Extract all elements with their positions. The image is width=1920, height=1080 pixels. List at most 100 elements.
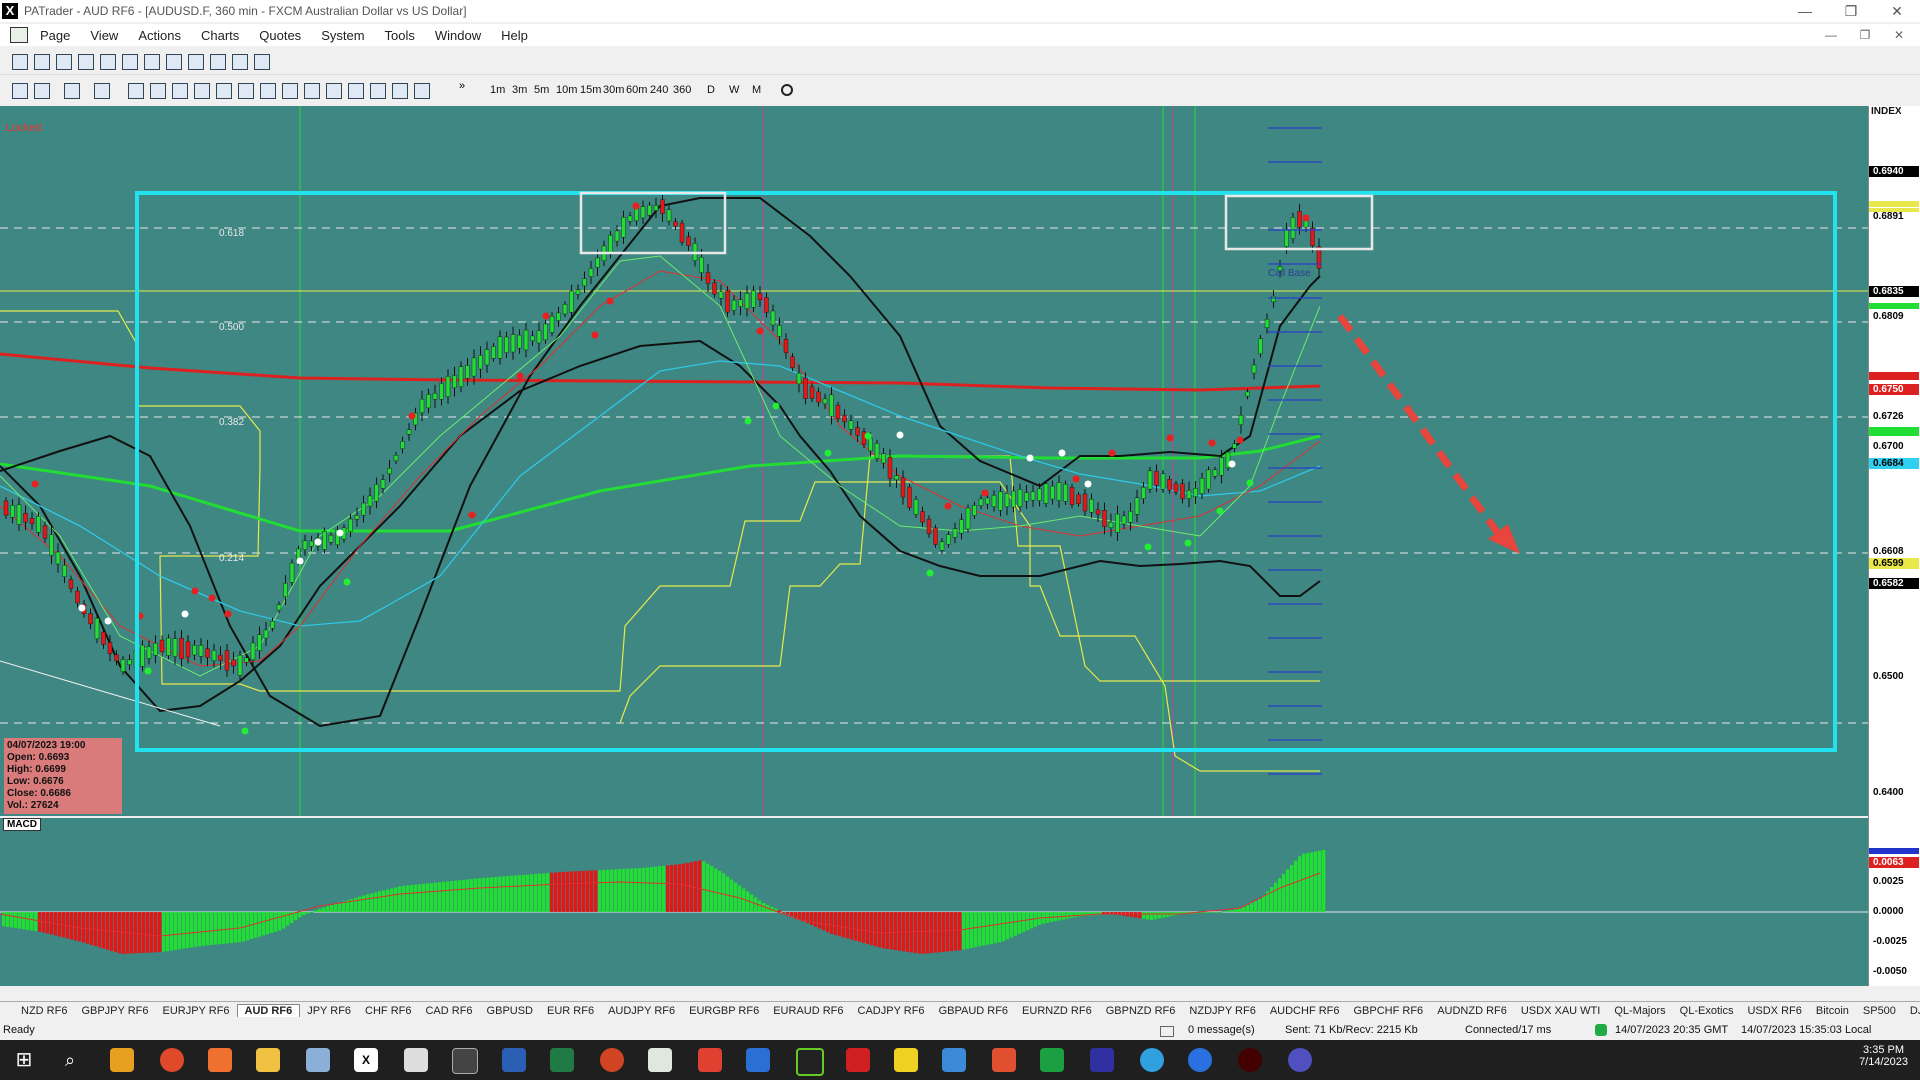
fib-extension-icon[interactable] — [260, 83, 276, 99]
excel-icon[interactable] — [550, 1048, 574, 1072]
mdi-minimize-icon[interactable]: — — [1814, 24, 1848, 46]
taskbar-app-icon-11[interactable] — [1040, 1048, 1064, 1072]
mdi-close-icon[interactable]: ✕ — [1882, 24, 1916, 46]
text-icon[interactable] — [370, 83, 386, 99]
hline-icon[interactable] — [150, 83, 166, 99]
zoom-icon[interactable] — [1188, 1048, 1212, 1072]
taskbar-app-icon-13[interactable] — [1238, 1048, 1262, 1072]
equivolume-icon[interactable] — [254, 54, 270, 70]
tab-gbpjpy[interactable]: GBPJPY RF6 — [74, 1005, 155, 1017]
gann-icon[interactable] — [326, 83, 342, 99]
fib-time-icon[interactable] — [304, 83, 320, 99]
menu-charts[interactable]: Charts — [191, 28, 249, 43]
tab-audjpy[interactable]: AUDJPY RF6 — [601, 1005, 682, 1017]
menu-system[interactable]: System — [311, 28, 374, 43]
tab-bitcoin[interactable]: Bitcoin — [1809, 1005, 1856, 1017]
mail-icon[interactable] — [1160, 1026, 1174, 1037]
tf-monthly[interactable]: M — [752, 84, 761, 96]
menu-quotes[interactable]: Quotes — [249, 28, 311, 43]
bar-chart-icon[interactable] — [12, 54, 28, 70]
menu-page[interactable]: Page — [30, 28, 80, 43]
close-icon[interactable]: ✕ — [1874, 0, 1920, 22]
tab-eurjpy[interactable]: EURJPY RF6 — [156, 1005, 237, 1017]
candle-chart-icon[interactable] — [34, 54, 50, 70]
tab-ql-majors[interactable]: QL-Majors — [1607, 1005, 1672, 1017]
tab-nzd[interactable]: NZD RF6 — [14, 1005, 74, 1017]
heikin-ashi-icon[interactable] — [232, 54, 248, 70]
taskbar-app-icon-4[interactable] — [648, 1048, 672, 1072]
link-blue-icon[interactable] — [12, 83, 28, 99]
taskbar-app-icon-10[interactable] — [992, 1048, 1016, 1072]
page-icon[interactable] — [10, 27, 28, 43]
tf-240[interactable]: 240 — [650, 84, 668, 96]
toolbar-overflow-icon[interactable]: » — [459, 80, 465, 92]
taskbar-app-icon-12[interactable] — [1090, 1048, 1114, 1072]
file-explorer-icon[interactable] — [256, 1048, 280, 1072]
taskbar-app-icon-2[interactable] — [306, 1048, 330, 1072]
tab-ql-exotics[interactable]: QL-Exotics — [1673, 1005, 1741, 1017]
tab-audchf[interactable]: AUDCHF RF6 — [1263, 1005, 1347, 1017]
tf-30m[interactable]: 30m — [603, 84, 624, 96]
tab-sp500[interactable]: SP500 — [1856, 1005, 1903, 1017]
brave-icon[interactable] — [208, 1048, 232, 1072]
fibonacci-icon[interactable] — [238, 83, 254, 99]
cursor-icon[interactable] — [128, 83, 144, 99]
menu-window[interactable]: Window — [425, 28, 491, 43]
chrome-icon[interactable] — [160, 1048, 184, 1072]
telegram-icon[interactable] — [1140, 1048, 1164, 1072]
menu-actions[interactable]: Actions — [128, 28, 191, 43]
trendline-icon[interactable] — [194, 83, 210, 99]
word-icon[interactable] — [502, 1048, 526, 1072]
crosshair-icon[interactable] — [94, 83, 110, 99]
tab-cadjpy[interactable]: CADJPY RF6 — [851, 1005, 932, 1017]
tf-15m[interactable]: 15m — [580, 84, 601, 96]
taskbar-app-icon-1[interactable] — [110, 1048, 134, 1072]
tab-cad[interactable]: CAD RF6 — [418, 1005, 479, 1017]
mdi-restore-icon[interactable]: ❐ — [1848, 24, 1882, 46]
tab-usdx-xau-wti[interactable]: USDX XAU WTI — [1514, 1005, 1607, 1017]
menu-view[interactable]: View — [80, 28, 128, 43]
tab-gbpaud[interactable]: GBPAUD RF6 — [932, 1005, 1015, 1017]
channel-icon[interactable] — [216, 83, 232, 99]
regression-icon[interactable] — [392, 83, 408, 99]
menu-help[interactable]: Help — [491, 28, 538, 43]
taskbar-app-icon-5[interactable] — [698, 1048, 722, 1072]
tf-daily[interactable]: D — [707, 84, 715, 96]
sync-icon[interactable] — [781, 84, 793, 96]
taskbar-app-icon-14[interactable] — [1288, 1048, 1312, 1072]
tab-gbpchf[interactable]: GBPCHF RF6 — [1347, 1005, 1431, 1017]
tab-djia[interactable]: DJIA — [1903, 1005, 1920, 1017]
tab-eur[interactable]: EUR RF6 — [540, 1005, 601, 1017]
tab-euraud[interactable]: EURAUD RF6 — [766, 1005, 850, 1017]
macd-panel[interactable] — [0, 818, 1868, 986]
vline-icon[interactable] — [172, 83, 188, 99]
renko-icon[interactable] — [144, 54, 160, 70]
tab-eurgbp[interactable]: EURGBP RF6 — [682, 1005, 766, 1017]
sticky-notes-icon[interactable] — [894, 1048, 918, 1072]
tab-aud[interactable]: AUD RF6 — [236, 1004, 301, 1017]
volume-chart-icon[interactable] — [188, 54, 204, 70]
powerpoint-icon[interactable] — [600, 1048, 624, 1072]
system-clock[interactable]: 3:35 PM 7/14/2023 — [1859, 1044, 1908, 1068]
kagi-icon[interactable] — [166, 54, 182, 70]
taskbar-app-icon-8[interactable] — [846, 1048, 870, 1072]
tab-chf[interactable]: CHF RF6 — [358, 1005, 418, 1017]
tab-jpy[interactable]: JPY RF6 — [300, 1005, 358, 1017]
price-chart[interactable]: Locked 0.618 0.500 0.382 0.214 Call Base — [0, 106, 1868, 816]
tf-5m[interactable]: 5m — [534, 84, 549, 96]
tf-60m[interactable]: 60m — [626, 84, 647, 96]
windows-start-icon[interactable]: ⊞ — [12, 1048, 36, 1072]
menu-tools[interactable]: Tools — [375, 28, 425, 43]
point-figure-icon[interactable] — [122, 54, 138, 70]
line-chart-icon[interactable] — [78, 54, 94, 70]
ohlc-chart-icon[interactable] — [56, 54, 72, 70]
indicator-icon[interactable] — [64, 83, 80, 99]
tf-10m[interactable]: 10m — [556, 84, 577, 96]
tab-eurnzd[interactable]: EURNZD RF6 — [1015, 1005, 1099, 1017]
tab-nzdjpy[interactable]: NZDJPY RF6 — [1182, 1005, 1262, 1017]
supply-zone-left[interactable] — [579, 191, 727, 255]
tf-1m[interactable]: 1m — [490, 84, 505, 96]
minimize-icon[interactable]: — — [1782, 0, 1828, 22]
tab-gbpnzd[interactable]: GBPNZD RF6 — [1099, 1005, 1183, 1017]
link-red-icon[interactable] — [34, 83, 50, 99]
